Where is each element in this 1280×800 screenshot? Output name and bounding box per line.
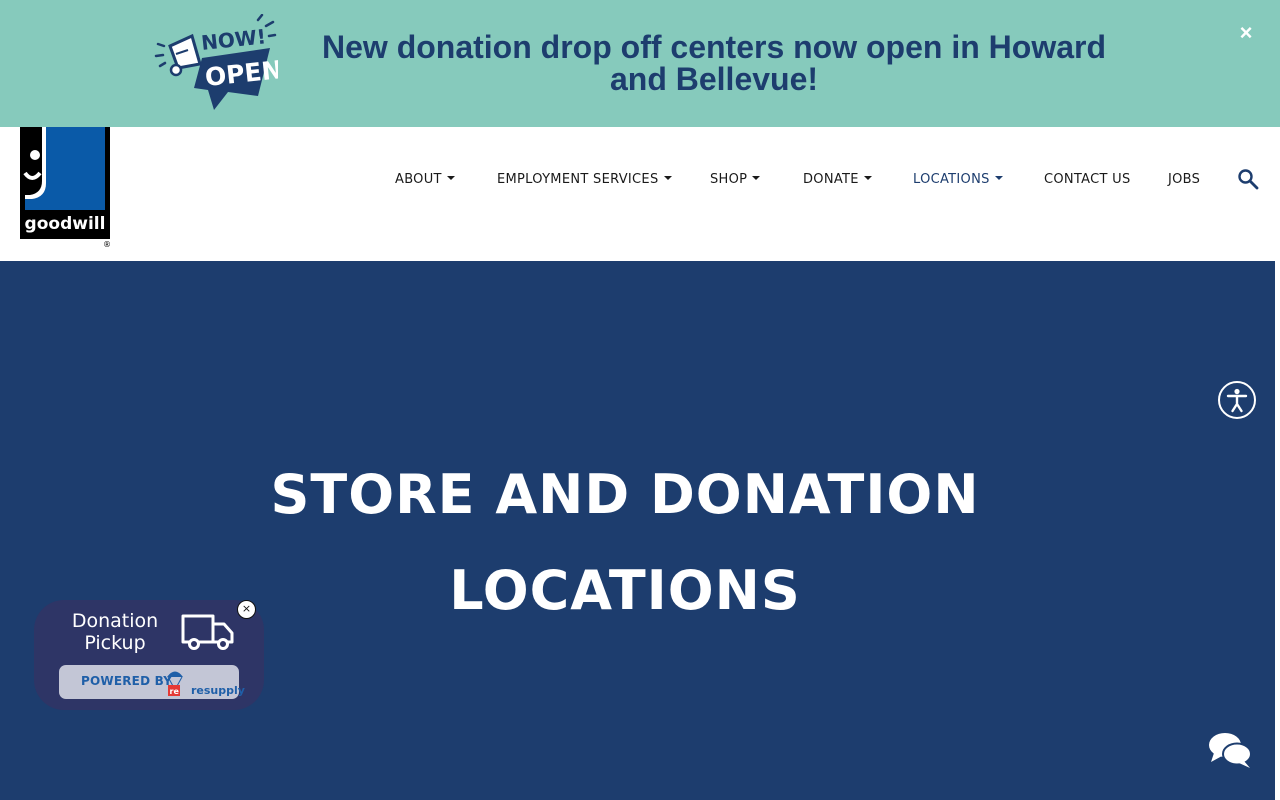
registered-mark: ®	[103, 240, 111, 249]
truck-icon	[181, 614, 234, 650]
donation-pickup-label: Donation Pickup	[71, 610, 159, 654]
chat-icon[interactable]	[1206, 730, 1254, 772]
nav-employment-services-label: EMPLOYMENT SERVICES	[497, 172, 659, 187]
donation-pickup-widget[interactable]: Donation Pickup POWERED BY re resupply	[34, 600, 264, 710]
now-open-badge-icon: NOW! OPEN	[154, 14, 278, 110]
accessibility-icon[interactable]	[1217, 380, 1257, 420]
nav-contact-us-label: CONTACT US	[1044, 172, 1131, 187]
nav-donate-label: DONATE	[803, 172, 859, 187]
powered-by-label: POWERED BY	[81, 674, 173, 688]
page-title: STORE AND DONATION LOCATIONS	[270, 463, 980, 622]
nav-locations[interactable]: LOCATIONS	[913, 170, 1003, 190]
powered-by-resupply: POWERED BY re resupply	[59, 665, 245, 699]
hero-section: STORE AND DONATION LOCATIONS	[0, 261, 1275, 800]
nav-shop-label: SHOP	[710, 172, 748, 187]
site-header: goodwill ® ABOUT EMPLOYMENT SERVICES SHO…	[0, 127, 1280, 261]
nav-locations-label: LOCATIONS	[913, 172, 990, 187]
logo-text: goodwill	[25, 214, 106, 234]
nav-contact-us[interactable]: CONTACT US	[1044, 170, 1131, 190]
announcement-banner: NOW! OPEN New donation drop off centers …	[0, 0, 1280, 127]
nav-jobs[interactable]: JOBS	[1168, 170, 1200, 190]
nav-about-label: ABOUT	[395, 172, 442, 187]
banner-message[interactable]: New donation drop off centers now open i…	[300, 31, 1128, 95]
widget-close-button[interactable]: ×	[237, 600, 256, 619]
chevron-down-icon	[663, 176, 672, 180]
chevron-down-icon	[863, 176, 872, 180]
nav-shop[interactable]: SHOP	[710, 170, 761, 190]
nav-jobs-label: JOBS	[1168, 172, 1201, 187]
main-nav: ABOUT EMPLOYMENT SERVICES SHOP DONATE LO…	[0, 170, 1280, 190]
resupply-brand-text: resupply	[191, 684, 245, 697]
svg-text:re: re	[170, 687, 180, 696]
chevron-down-icon	[446, 176, 455, 180]
nav-about[interactable]: ABOUT	[395, 170, 455, 190]
search-icon[interactable]	[1236, 167, 1260, 191]
chevron-down-icon	[752, 176, 761, 180]
nav-employment-services[interactable]: EMPLOYMENT SERVICES	[497, 170, 672, 190]
nav-donate[interactable]: DONATE	[803, 170, 872, 190]
chevron-down-icon	[994, 176, 1003, 180]
banner-close-button[interactable]: ×	[1234, 21, 1258, 45]
